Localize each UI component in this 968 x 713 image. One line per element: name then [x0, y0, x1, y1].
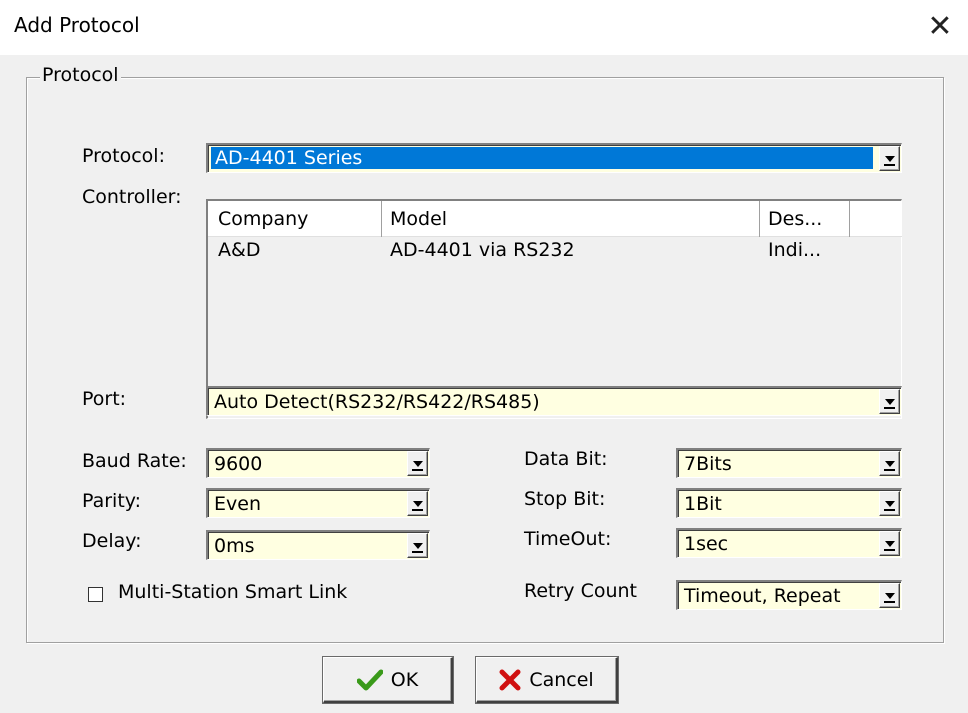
row-description: Indi...	[768, 239, 822, 261]
chevron-down-icon[interactable]	[879, 389, 900, 414]
stop-bit-label: Stop Bit:	[524, 488, 606, 510]
protocol-select[interactable]: AD-4401 Series	[206, 143, 902, 173]
data-bit-label: Data Bit:	[524, 448, 608, 470]
port-label: Port:	[82, 388, 127, 410]
timeout-label: TimeOut:	[524, 528, 612, 550]
stop-bit-select[interactable]: 1Bit	[676, 488, 902, 518]
parity-value: Even	[214, 493, 261, 515]
timeout-select[interactable]: 1sec	[676, 528, 902, 558]
retry-count-select[interactable]: Timeout, Repeat	[676, 580, 902, 610]
column-header-company[interactable]: Company	[210, 201, 382, 237]
port-value: Auto Detect(RS232/RS422/RS485)	[214, 391, 540, 413]
timeout-value: 1sec	[684, 533, 729, 555]
chevron-down-icon[interactable]	[879, 583, 900, 608]
port-select[interactable]: Auto Detect(RS232/RS422/RS485)	[206, 386, 902, 416]
dialog-body: Protocol Protocol: AD-4401 Series Contro…	[0, 55, 968, 713]
table-row[interactable]: A&D AD-4401 via RS232 Indi...	[208, 239, 902, 269]
data-bit-select[interactable]: 7Bits	[676, 448, 902, 478]
controller-list-header: Company Model Des...	[208, 201, 902, 237]
row-company: A&D	[218, 239, 261, 261]
column-header-description[interactable]: Des...	[760, 201, 850, 237]
baud-rate-select[interactable]: 9600	[206, 448, 430, 478]
window-title: Add Protocol	[14, 13, 140, 37]
chevron-down-icon[interactable]	[407, 533, 428, 558]
protocol-label: Protocol:	[82, 145, 165, 167]
ok-button[interactable]: OK	[323, 657, 453, 703]
groupbox-title: Protocol	[40, 64, 121, 86]
retry-count-label: Retry Count	[524, 580, 638, 602]
title-bar: Add Protocol ✕	[0, 0, 968, 55]
ok-button-label: OK	[390, 668, 419, 691]
chevron-down-icon[interactable]	[879, 531, 900, 556]
delay-value: 0ms	[214, 535, 255, 557]
chevron-down-icon[interactable]	[879, 146, 900, 171]
multi-station-checkbox[interactable]	[88, 587, 103, 602]
parity-label: Parity:	[82, 490, 142, 512]
stop-bit-value: 1Bit	[684, 493, 722, 515]
cancel-button-label: Cancel	[529, 668, 594, 691]
parity-select[interactable]: Even	[206, 488, 430, 518]
data-bit-value: 7Bits	[684, 453, 732, 475]
protocol-value: AD-4401 Series	[211, 147, 873, 169]
row-model: AD-4401 via RS232	[390, 239, 575, 261]
add-protocol-dialog: Add Protocol ✕ Protocol Protocol: AD-440…	[0, 0, 968, 713]
checkmark-icon	[356, 669, 383, 690]
x-icon	[499, 669, 521, 690]
controller-label: Controller:	[82, 186, 182, 208]
column-header-model[interactable]: Model	[382, 201, 760, 237]
chevron-down-icon[interactable]	[407, 451, 428, 476]
delay-select[interactable]: 0ms	[206, 530, 430, 560]
chevron-down-icon[interactable]	[879, 491, 900, 516]
multi-station-label: Multi-Station Smart Link	[118, 581, 348, 603]
close-icon[interactable]: ✕	[920, 8, 960, 44]
retry-count-value: Timeout, Repeat	[684, 585, 841, 607]
delay-label: Delay:	[82, 530, 142, 552]
baud-rate-value: 9600	[214, 453, 263, 475]
chevron-down-icon[interactable]	[879, 451, 900, 476]
cancel-button[interactable]: Cancel	[476, 657, 618, 703]
chevron-down-icon[interactable]	[407, 491, 428, 516]
baud-rate-label: Baud Rate:	[82, 450, 187, 472]
